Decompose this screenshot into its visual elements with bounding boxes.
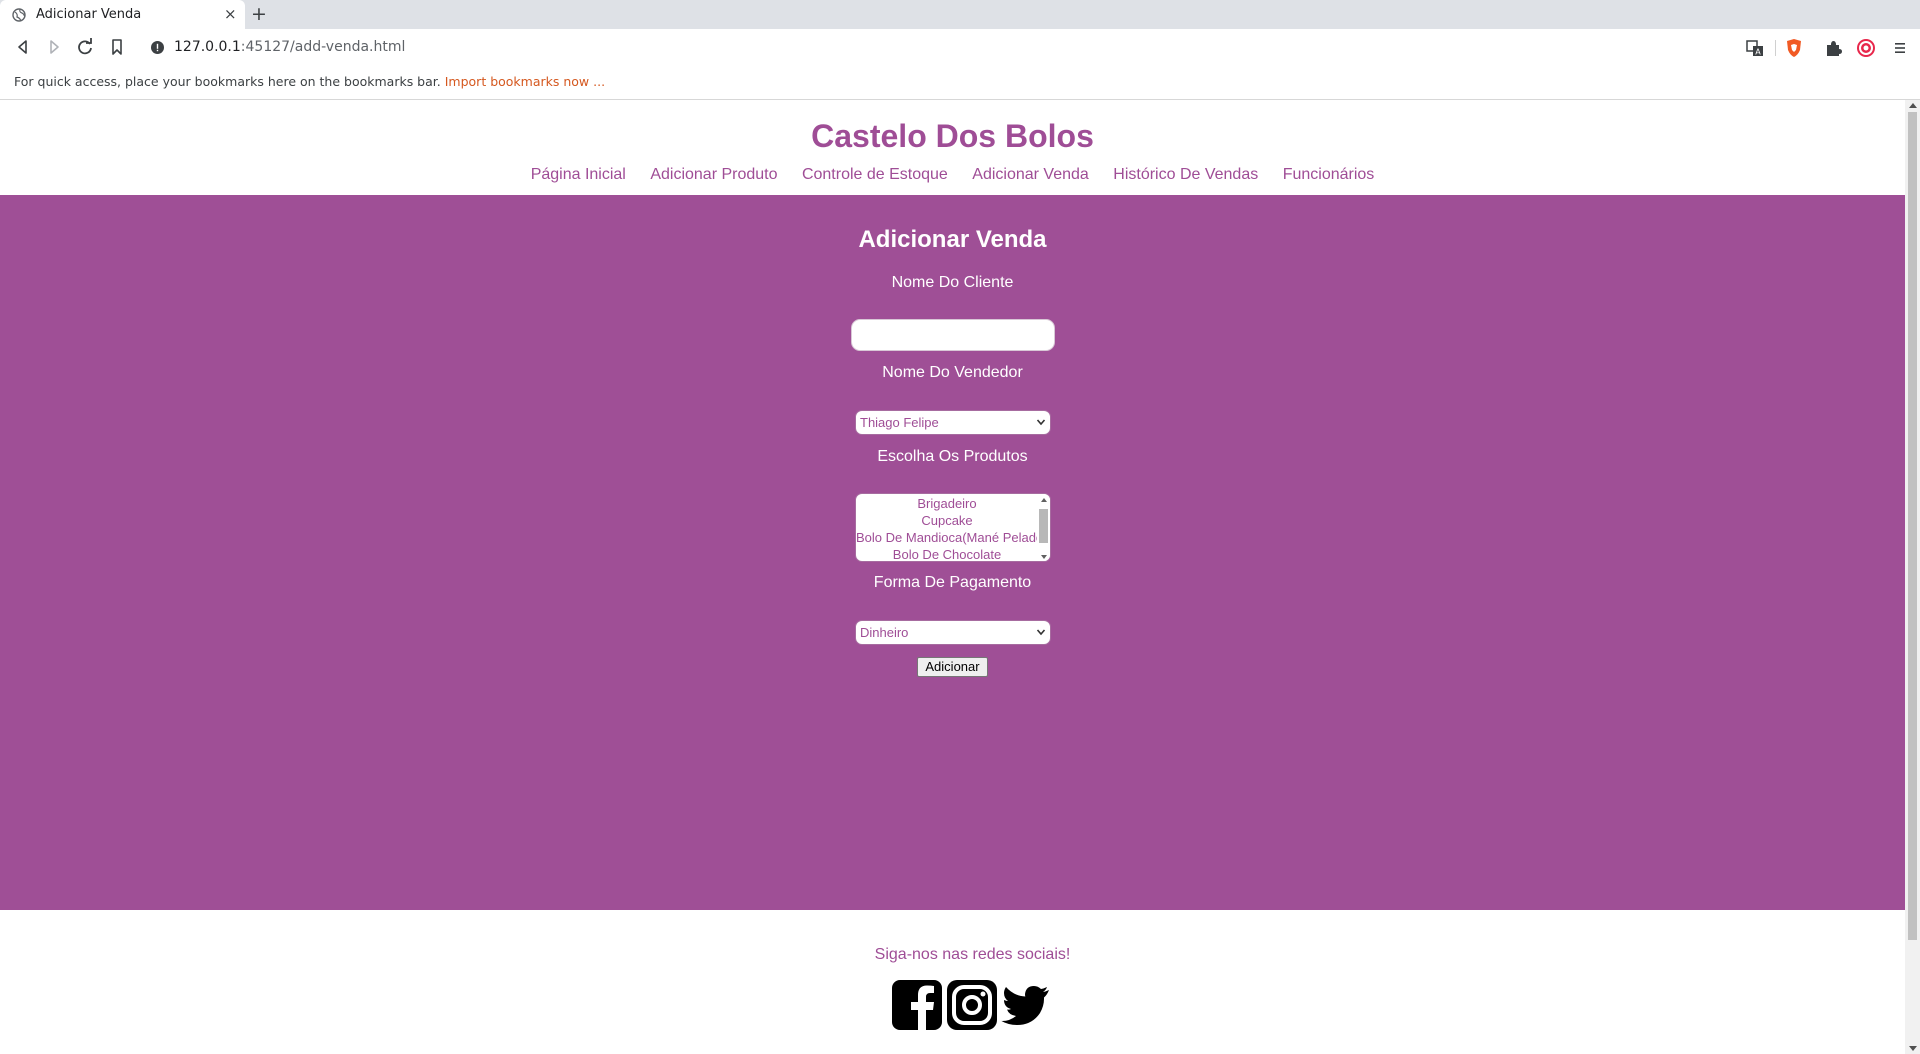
site-title: Castelo Dos Bolos (811, 118, 1094, 154)
toolbar-divider (1775, 40, 1776, 56)
reload-icon[interactable] (74, 36, 96, 58)
extensions-icon[interactable] (1823, 38, 1843, 58)
bookmark-icon[interactable] (106, 36, 128, 58)
bookmarks-bar-text: For quick access, place your bookmarks h… (14, 74, 441, 89)
site-nav: Página Inicial Adicionar Produto Control… (0, 166, 1905, 184)
site-footer: Siga-nos nas redes sociais! (0, 910, 1905, 1054)
close-tab-icon[interactable]: × (224, 5, 237, 23)
payment-select-value: Dinheiro (860, 625, 909, 640)
product-option[interactable]: Cupcake (856, 512, 1038, 529)
brave-rewards-icon[interactable] (1856, 38, 1876, 58)
url-path: :45127/add-venda.html (240, 39, 406, 55)
product-option[interactable]: Bolo De Chocolate (856, 546, 1038, 561)
follow-us-text: Siga-nos nas redes sociais! (874, 946, 1071, 963)
product-option[interactable]: Bolo De Mandioca(Mané Pelado) (856, 529, 1038, 546)
listbox-scrollbar[interactable] (1037, 494, 1050, 561)
bookmarks-bar: For quick access, place your bookmarks h… (0, 65, 1920, 100)
nav-link-adicionar-produto[interactable]: Adicionar Produto (650, 166, 777, 183)
url-host: 127.0.0.1 (174, 39, 241, 55)
globe-icon (12, 8, 26, 22)
chevron-down-icon (1036, 419, 1046, 426)
nav-link-controle-estoque[interactable]: Controle de Estoque (802, 166, 948, 183)
product-option[interactable]: Brigadeiro (856, 495, 1038, 512)
facebook-icon[interactable] (892, 980, 942, 1030)
add-sale-section: Adicionar Venda Nome Do Cliente Nome Do … (0, 195, 1905, 910)
form-heading: Adicionar Venda (858, 226, 1047, 253)
page-scrollbar[interactable] (1905, 100, 1920, 1054)
nav-link-pagina-inicial[interactable]: Página Inicial (531, 166, 626, 183)
page-scroll-thumb[interactable] (1908, 112, 1917, 940)
nav-link-adicionar-venda[interactable]: Adicionar Venda (972, 166, 1089, 183)
browser-tab[interactable]: Adicionar Venda × (0, 0, 245, 29)
add-sale-button[interactable]: Adicionar (917, 657, 988, 677)
url-text[interactable]: 127.0.0.1:45127/add-venda.html (174, 39, 405, 55)
bookmarks-bar-message: For quick access, place your bookmarks h… (14, 74, 605, 89)
browser-tab-strip: Adicionar Venda × + (0, 0, 1920, 29)
menu-icon[interactable] (1890, 38, 1910, 58)
instagram-icon[interactable] (947, 980, 997, 1030)
brave-shield-icon[interactable] (1784, 38, 1804, 58)
site-header: Castelo Dos Bolos Página Inicial Adicion… (0, 100, 1905, 195)
scroll-down-icon[interactable] (1909, 1046, 1917, 1051)
scroll-down-icon[interactable] (1041, 555, 1047, 559)
chevron-down-icon (1036, 629, 1046, 636)
listbox-scroll-thumb[interactable] (1039, 509, 1048, 543)
scroll-up-icon[interactable] (1909, 103, 1917, 108)
payment-label: Forma De Pagamento (873, 574, 1032, 591)
back-icon[interactable] (12, 36, 34, 58)
seller-name-label: Nome Do Vendedor (882, 364, 1023, 381)
tab-title: Adicionar Venda (36, 7, 142, 22)
seller-select[interactable]: Thiago Felipe (855, 410, 1051, 435)
products-listbox[interactable]: Brigadeiro Cupcake Bolo De Mandioca(Mané… (855, 493, 1051, 562)
nav-link-funcionarios[interactable]: Funcionários (1283, 166, 1375, 183)
svg-text:A: A (1755, 48, 1761, 57)
translate-icon[interactable]: A (1745, 38, 1765, 58)
payment-select[interactable]: Dinheiro (855, 620, 1051, 645)
site-info-icon[interactable] (151, 41, 164, 54)
seller-select-value: Thiago Felipe (860, 415, 939, 430)
client-name-label: Nome Do Cliente (891, 274, 1014, 291)
import-bookmarks-link[interactable]: Import bookmarks now ... (445, 74, 605, 89)
nav-link-historico-vendas[interactable]: Histórico De Vendas (1113, 166, 1258, 183)
forward-icon[interactable] (43, 36, 65, 58)
new-tab-button[interactable]: + (249, 4, 269, 24)
twitter-icon[interactable] (1001, 980, 1051, 1030)
page-viewport: Castelo Dos Bolos Página Inicial Adicion… (0, 100, 1905, 1054)
client-name-input[interactable] (851, 319, 1055, 351)
scroll-up-icon[interactable] (1041, 498, 1047, 502)
products-label: Escolha Os Produtos (877, 448, 1028, 465)
